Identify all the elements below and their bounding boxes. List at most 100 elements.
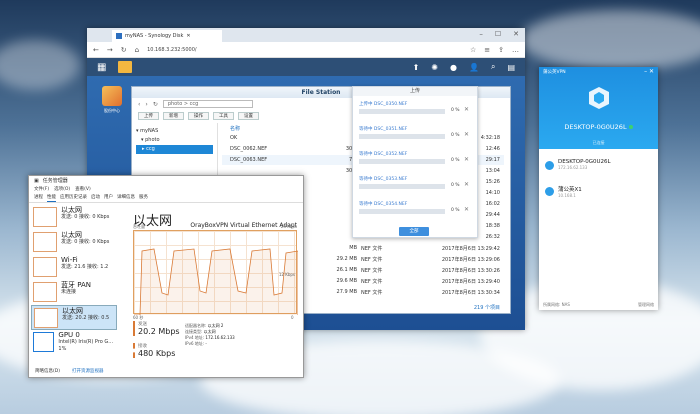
menu-options[interactable]: 选项(O) [54,186,70,194]
vpn-client-window: 蒲公英VPN – ✕ DESKTOP-0G0U26L 已连接 DESKTOP-0… [539,67,658,310]
ipv6-label: IPv6 地址: [185,341,205,346]
mini-graph [33,257,57,277]
menu-view[interactable]: 查看(V) [75,186,91,194]
file-station-taskbar-icon[interactable] [118,61,133,73]
settings-button[interactable]: 设置 [238,112,259,120]
column-name-header[interactable]: 名称 [222,125,332,132]
close-icon[interactable]: ✕ [464,181,469,188]
task-manager-icon: ▣ [34,178,39,184]
vpn-device-item[interactable]: 蒲公英X1 10.168.1 [545,185,654,207]
upload-percent: 0 % [451,108,460,113]
upload-status-icon[interactable]: ⬆ [413,63,420,72]
ipv4-value: 172.16.62.133 [205,335,235,340]
performance-item[interactable]: Wi-Fi 发送: 21.6 接收: 1.2 [31,255,117,280]
tree-selected-label: ccg [146,146,155,152]
performance-item-sub: 发送: 0 接收: 0 Kbps [61,214,110,220]
widget-icon[interactable]: ▤ [507,63,515,72]
tab-processes[interactable]: 进程 [34,194,43,202]
tab-users[interactable]: 用户 [104,194,113,202]
close-icon[interactable]: ✕ [464,131,469,138]
upload-button[interactable]: 上传 [138,112,159,120]
back-icon[interactable]: ‹ [138,101,140,108]
performance-item-name: 蓝牙 PAN [61,281,92,289]
desktop-shortcut-label: 股份中心 [104,108,120,113]
upload-item-label: 等待中 DSC_0353.NEF [359,177,408,182]
performance-item-sub: Intel(R) Iris(R) Pro G... 1% [58,339,114,352]
tree-folder-ccg[interactable]: ▸ ccg [136,145,213,154]
main-menu-icon[interactable]: ▦ [97,62,106,73]
back-icon[interactable]: ← [93,46,99,54]
tab-startup[interactable]: 启动 [91,194,100,202]
tab-services[interactable]: 服务 [139,194,148,202]
performance-item[interactable]: 以太网 发送: 0 接收: 0 Kbps [31,205,117,230]
notification-icon[interactable]: ● [450,63,457,72]
tree-folder-photo[interactable]: ▾ photo [136,136,213,145]
axis-top-label: 24 Kbps [280,224,297,229]
desktop-shortcut[interactable]: 股份中心 [99,86,125,114]
device-icon [545,187,554,196]
tab-close-icon[interactable]: ✕ [186,33,190,39]
performance-header: 以太网 OrayBoxVPN Virtual Ethernet Adapt [133,210,297,229]
tools-button[interactable]: 工具 [213,112,234,120]
search-icon[interactable]: ⌕ [491,62,495,72]
vpn-window-controls[interactable]: – ✕ [644,68,654,75]
brief-details-button[interactable]: 简略信息(D) [35,368,60,374]
upload-all-button[interactable]: 全部 [399,227,429,236]
dsm-taskbar: ▦ ⬆ ✺ ● 👤 ⌕ ▤ [87,58,525,76]
performance-item[interactable]: 蓝牙 PAN 未连接 [31,280,117,305]
menu-file[interactable]: 文件(F) [34,186,49,194]
user-icon[interactable]: 👤 [469,63,479,72]
manage-network-button[interactable]: 管理网络 [638,302,654,308]
tab-details[interactable]: 详细信息 [117,194,135,202]
upload-item: 等待中 DSC_0353.NEF 0 % ✕ [359,176,473,198]
vpn-shield-icon [589,87,609,109]
favorite-icon[interactable]: ☆ [470,46,476,54]
refresh-icon[interactable]: ↻ [153,101,158,108]
performance-item-text: 以太网 发送: 0 接收: 0 Kbps [61,207,109,228]
axis-mid-label: 12 Kbps [278,272,295,277]
url-field[interactable]: 10.168.3.232:5000/ [147,47,267,53]
upload-title: 上传 [353,87,477,96]
adapter-details: 适配器名称: 以太网 2 连接类型: 以太网 IPv4 地址: 172.16.6… [185,323,235,347]
vpn-device-ip: 10.168.1 [558,193,576,198]
close-icon[interactable]: ✕ [464,106,469,113]
file-size: 29.6 MB [336,278,357,284]
more-icon[interactable]: … [512,46,519,54]
upload-percent: 0 % [451,208,460,213]
minimize-button[interactable]: – [479,30,483,38]
new-button[interactable]: 新增 [163,112,184,120]
address-bar: ← → ↻ ⌂ 10.168.3.232:5000/ ☆ ≡ ⇪ … [87,42,525,58]
performance-item[interactable]: 以太网 发送: 20.2 接收: 0.5 [31,305,117,330]
forward-icon[interactable]: → [107,46,113,54]
action-button[interactable]: 操作 [188,112,209,120]
connection-type-label: 连接类型: [185,329,203,334]
browser-tab[interactable]: myNAS - Synology Disk ✕ [112,30,222,42]
close-icon[interactable]: ✕ [464,206,469,213]
resource-monitor-link[interactable]: 打开资源监视器 [72,368,104,374]
upload-item-label: 等待中 DSC_0354.NEF [359,202,408,207]
vpn-network-label: 所属网络: NAS [543,302,570,307]
file-size: MB [349,245,357,251]
performance-item[interactable]: 以太网 发送: 0 接收: 0 Kbps [31,230,117,255]
forward-icon[interactable]: › [145,101,147,108]
performance-item[interactable]: GPU 0 Intel(R) Iris(R) Pro G... 1% [31,330,117,355]
maximize-button[interactable]: ☐ [495,30,501,38]
close-icon[interactable]: ✕ [464,156,469,163]
task-manager-menu: 文件(F) 选项(O) 查看(V) [29,186,303,194]
home-icon[interactable]: ⌂ [135,46,139,54]
path-field[interactable]: photo > ccg [162,100,253,108]
vpn-device-item[interactable]: DESKTOP-0G0U26L 172.16.62.133 [545,159,654,181]
file-name: DSC_0063.NEF [230,157,268,163]
refresh-icon[interactable]: ↻ [121,46,127,54]
close-button[interactable]: ✕ [513,30,519,38]
tab-app-history[interactable]: 应用历史记录 [60,194,87,202]
vpn-device-text: 蒲公英X1 10.168.1 [558,185,582,207]
performance-item-name: 以太网 [61,206,82,214]
settings-icon[interactable]: ✺ [431,63,438,72]
hub-icon[interactable]: ≡ [484,46,490,54]
performance-item-text: 以太网 发送: 0 接收: 0 Kbps [61,232,109,253]
upload-item: 上传中 DSC_0350.NEF 0 % ✕ [359,101,473,123]
tree-root[interactable]: ▾ myNAS [136,127,213,136]
tab-performance[interactable]: 性能 [47,194,56,202]
share-icon[interactable]: ⇪ [498,46,504,54]
